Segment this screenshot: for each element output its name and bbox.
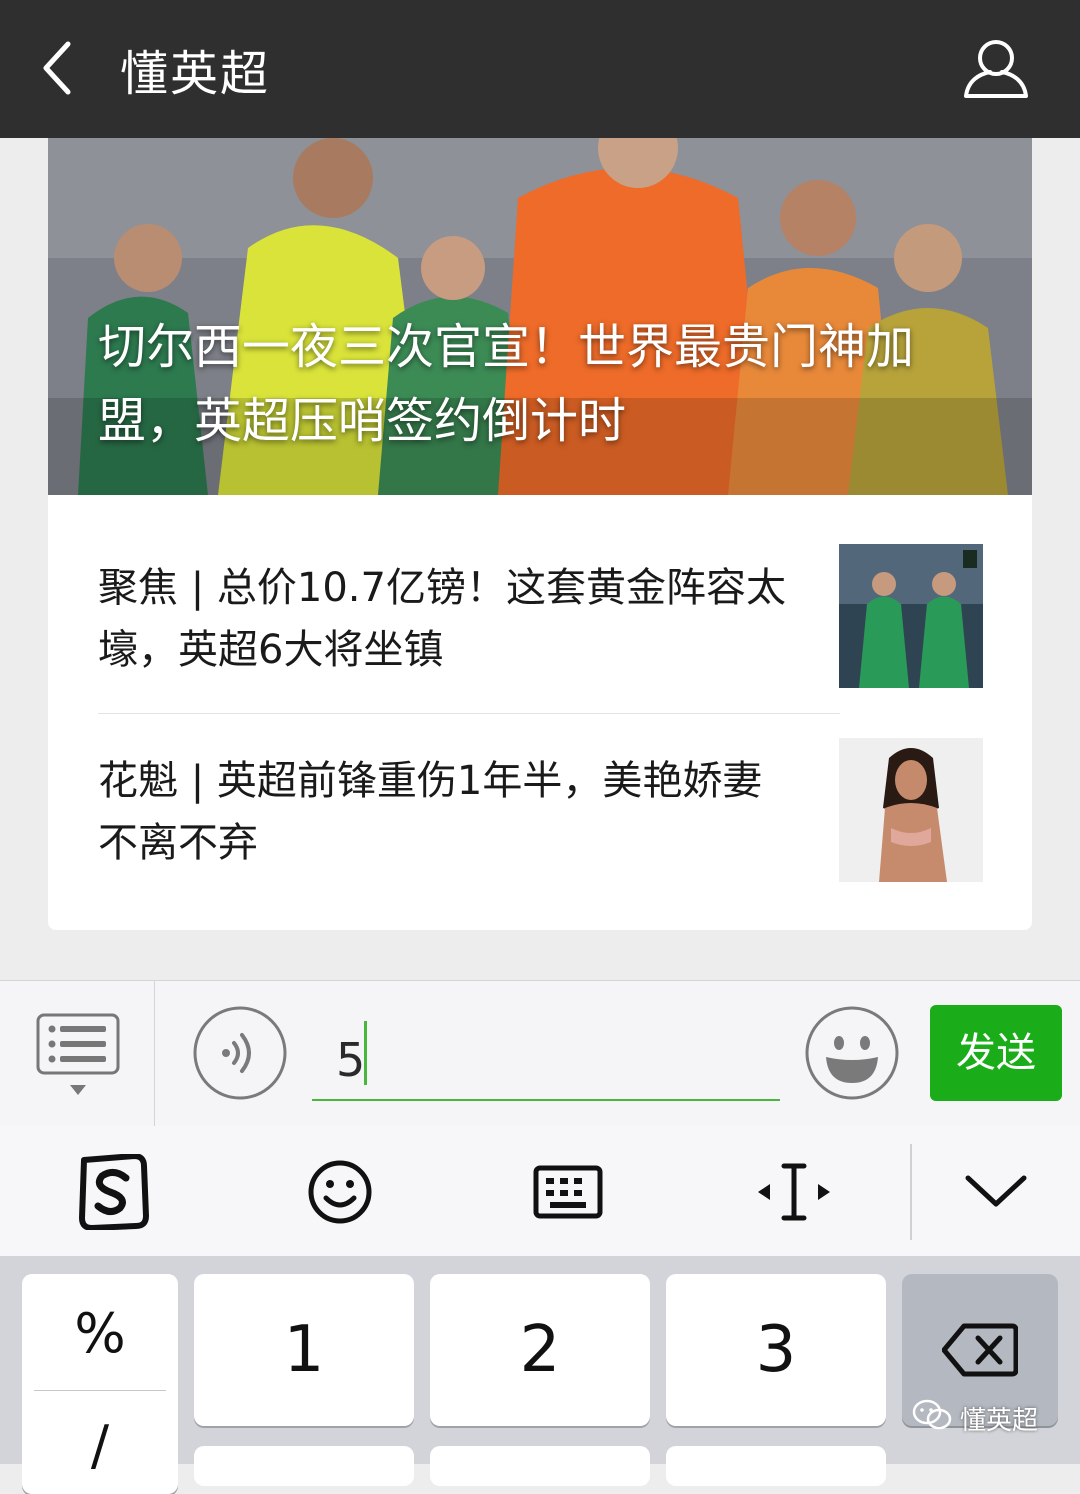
cursor-move-icon [758,1163,830,1221]
keyboard-switch-button[interactable] [530,1154,606,1230]
article-title: 聚焦 | 总价10.7亿镑！这套黄金阵容太壕，英超6大将坐镇 [98,565,786,673]
menu-toggle-button[interactable] [34,1011,124,1101]
list-item[interactable]: 聚焦 | 总价10.7亿镑！这套黄金阵容太壕，英超6大将坐镇 [48,495,1032,690]
keyboard-icon [533,1165,603,1219]
collapse-chevron-icon [965,1175,1027,1207]
input-bar-separator [154,981,155,1126]
wechat-icon [912,1399,952,1430]
article-card: 切尔西一夜三次官宣！世界最贵门神加盟，英超压哨签约倒计时 聚焦 | 总价10.7… [48,138,1032,930]
sogou-button[interactable] [76,1153,152,1231]
message-input[interactable]: 5 [312,1011,780,1101]
ime-toolbar [0,1126,1080,1256]
key-row2-mid[interactable] [430,1446,650,1486]
article-title: 花魁 | 英超前锋重伤1年半，美艳娇妻不离不弃 [98,758,763,866]
emoji-icon [805,1006,899,1100]
watermark: 懂英超 [912,1398,1062,1436]
article-thumbnail [839,544,983,688]
article-thumbnail [839,738,983,882]
cursor-move-button[interactable] [756,1154,832,1230]
back-button[interactable] [36,38,80,98]
chat-input-bar: 5 发送 [0,980,1080,1127]
send-button[interactable]: 发送 [930,1005,1062,1101]
symbol-key-percent[interactable]: % [22,1302,178,1365]
key-2[interactable]: 2 [430,1274,650,1426]
key-row2-left[interactable] [194,1446,414,1486]
voice-icon [193,1006,287,1100]
menu-list-icon [36,1013,120,1095]
back-chevron-icon [43,41,71,95]
key-3[interactable]: 3 [666,1274,886,1426]
key-row2-right[interactable] [666,1446,886,1486]
message-input-value: 5 [336,1033,366,1087]
hero-article[interactable]: 切尔西一夜三次官宣！世界最贵门神加盟，英超压哨签约倒计时 [48,138,1032,495]
nav-bar: 懂英超 [0,0,1080,138]
watermark-text: 懂英超 [960,1406,1039,1436]
list-item[interactable]: 花魁 | 英超前锋重伤1年半，美艳娇妻不离不弃 [48,714,1032,909]
goalkeepers-photo [839,544,983,688]
collapse-keyboard-button[interactable] [958,1154,1034,1230]
symbol-key-slash[interactable]: / [22,1414,178,1477]
profile-icon [964,40,1028,98]
woman-photo [839,738,983,882]
voice-button[interactable] [192,1005,288,1101]
hero-title: 切尔西一夜三次官宣！世界最贵门神加盟，英超压哨签约倒计时 [98,319,915,449]
ime-toolbar-separator [910,1144,912,1240]
emoji-button[interactable] [804,1005,900,1101]
symbol-divider [34,1390,166,1391]
sogou-icon [79,1153,149,1231]
text-caret [364,1021,367,1085]
symbol-key-column[interactable]: % / [22,1274,178,1494]
profile-button[interactable] [960,36,1032,100]
ime-emoji-button[interactable] [302,1154,378,1230]
smiley-icon [308,1160,372,1224]
backspace-icon [942,1323,1018,1377]
page-title: 懂英超 [120,46,271,102]
key-1[interactable]: 1 [194,1274,414,1426]
